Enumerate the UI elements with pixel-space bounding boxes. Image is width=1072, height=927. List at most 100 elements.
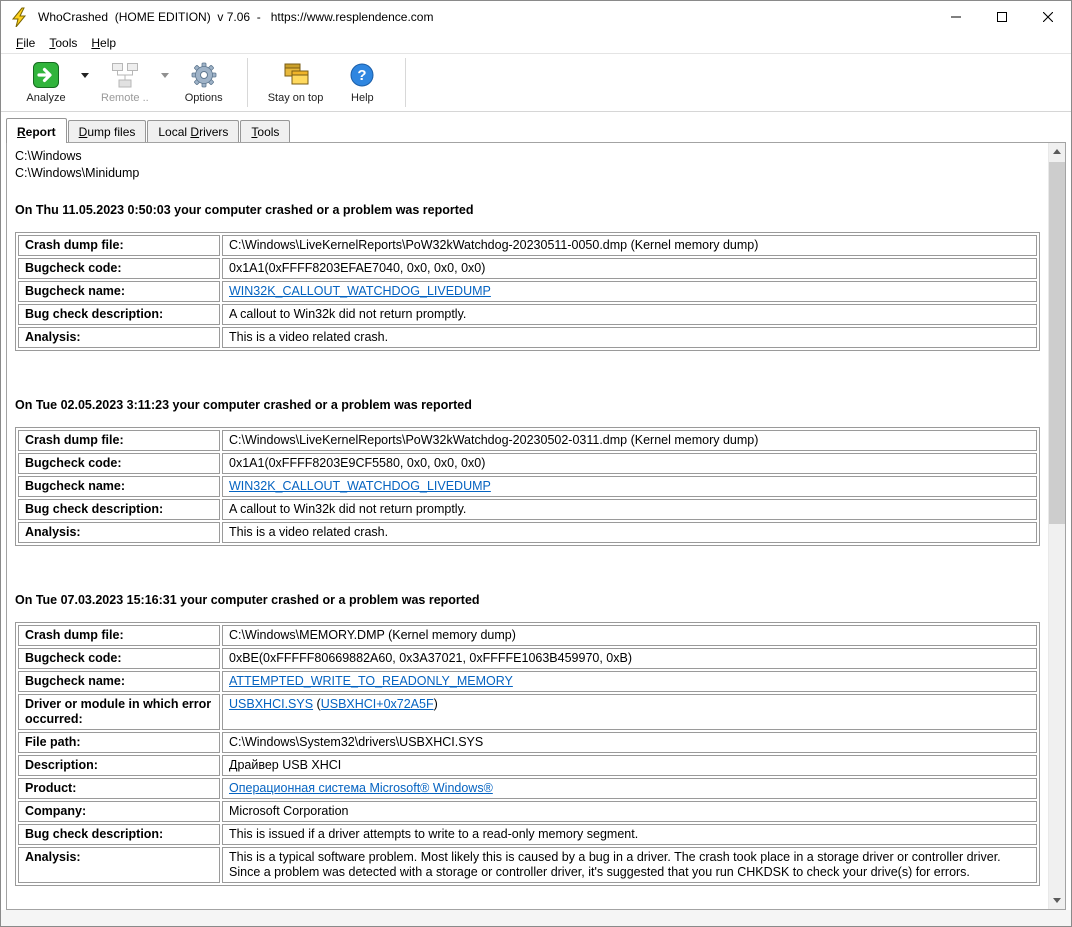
crash-sections: On Thu 11.05.2023 0:50:03 your computer … [15, 202, 1040, 886]
field-value: WIN32K_CALLOUT_WATCHDOG_LIVEDUMP [222, 281, 1037, 302]
field-label: Bug check description: [18, 824, 220, 845]
table-row: Bug check description: This is issued if … [18, 824, 1037, 845]
scrollbar-vertical[interactable] [1048, 143, 1065, 909]
report-page: C:\Windows C:\Windows\Minidump On Thu 11… [6, 142, 1066, 910]
dump-path: C:\Windows\Minidump [15, 166, 140, 180]
field-label: Analysis: [18, 847, 220, 883]
field-value: 0x1A1(0xFFFF8203E9CF5580, 0x0, 0x0, 0x0) [222, 453, 1037, 474]
app-lightning-icon [10, 7, 30, 27]
table-row: Bug check description: A callout to Win32… [18, 499, 1037, 520]
remote-label: Remote .. [101, 92, 149, 104]
table-row: Driver or module in which error occurred… [18, 694, 1037, 730]
tab-tools[interactable]: Tools [240, 120, 291, 142]
crash-heading: On Tue 02.05.2023 3:11:23 your computer … [15, 398, 472, 412]
table-row: Crash dump file: C:\Windows\LiveKernelRep… [18, 235, 1037, 256]
remote-button[interactable]: Remote .. [93, 54, 157, 111]
table-row: Bug check description: A callout to Win32… [18, 304, 1037, 325]
report-link[interactable]: ATTEMPTED_WRITE_TO_READONLY_MEMORY [229, 674, 513, 688]
stay-on-top-button[interactable]: Stay on top [260, 54, 332, 111]
field-label: Bug check description: [18, 304, 220, 325]
crash-details-table: Crash dump file: C:\Windows\LiveKernelRep… [15, 232, 1040, 351]
field-value: ATTEMPTED_WRITE_TO_READONLY_MEMORY [222, 671, 1037, 692]
toolbar-separator [405, 58, 407, 107]
field-label: Bugcheck code: [18, 648, 220, 669]
field-label: Analysis: [18, 522, 220, 543]
tab-dump-files[interactable]: Dump files [67, 120, 147, 142]
field-label: Driver or module in which error occurred… [18, 694, 220, 730]
field-label: Analysis: [18, 327, 220, 348]
field-value: This is a video related crash. [222, 327, 1037, 348]
minimize-button[interactable] [933, 1, 979, 32]
field-label: Product: [18, 778, 220, 799]
window-title: WhoCrashed (HOME EDITION) v 7.06 - https… [38, 9, 434, 24]
crash-heading: On Tue 07.03.2023 15:16:31 your computer… [15, 593, 480, 607]
table-row: Analysis: This is a video related crash. [18, 327, 1037, 348]
scrollbar-track[interactable] [1049, 160, 1065, 892]
scroll-up-button[interactable] [1049, 143, 1065, 160]
field-label: Bugcheck name: [18, 671, 220, 692]
toolbar-separator [246, 58, 248, 107]
options-button[interactable]: Options [173, 54, 235, 111]
field-value: 0xBE(0xFFFFF80669882A60, 0x3A37021, 0xFF… [222, 648, 1037, 669]
crash-report-section: On Thu 11.05.2023 0:50:03 your computer … [15, 202, 1040, 351]
remote-dropdown-arrow[interactable] [157, 54, 173, 96]
field-label: Bug check description: [18, 499, 220, 520]
crash-report-section: On Tue 07.03.2023 15:16:31 your computer… [15, 592, 1040, 886]
analyze-button[interactable]: Analyze [15, 54, 77, 111]
help-label: Help [351, 92, 374, 104]
titlebar: WhoCrashed (HOME EDITION) v 7.06 - https… [1, 1, 1071, 32]
field-label: Bugcheck code: [18, 258, 220, 279]
report-link[interactable]: WIN32K_CALLOUT_WATCHDOG_LIVEDUMP [229, 284, 491, 298]
report-link[interactable]: USBXHCI.SYS [229, 697, 313, 711]
table-row: File path: C:\Windows\System32\drivers\US… [18, 732, 1037, 753]
close-button[interactable] [1025, 1, 1071, 32]
field-value: C:\Windows\LiveKernelReports\PoW32kWatch… [222, 235, 1037, 256]
field-value: Microsoft Corporation [222, 801, 1037, 822]
field-value: A callout to Win32k did not return promp… [222, 304, 1037, 325]
windows-stack-icon [281, 60, 311, 90]
scroll-down-button[interactable] [1049, 892, 1065, 909]
field-label: Crash dump file: [18, 235, 220, 256]
tab-local-drivers[interactable]: Local Drivers [147, 120, 240, 142]
field-value: This is issued if a driver attempts to w… [222, 824, 1037, 845]
report-link[interactable]: USBXHCI+0x72A5F [321, 697, 434, 711]
crash-report-section: On Tue 02.05.2023 3:11:23 your computer … [15, 397, 1040, 546]
tab-report[interactable]: Report [6, 118, 67, 143]
menu-tools[interactable]: Tools [42, 34, 84, 52]
table-row: Bugcheck name: WIN32K_CALLOUT_WATCHDOG_LI… [18, 476, 1037, 497]
report-link[interactable]: WIN32K_CALLOUT_WATCHDOG_LIVEDUMP [229, 479, 491, 493]
gear-icon [189, 60, 219, 90]
table-row: Crash dump file: C:\Windows\MEMORY.DMP (K… [18, 625, 1037, 646]
crash-details-table: Crash dump file: C:\Windows\LiveKernelRep… [15, 427, 1040, 546]
table-row: Bugcheck code: 0x1A1(0xFFFF8203E9CF5580, … [18, 453, 1037, 474]
field-value: This is a video related crash. [222, 522, 1037, 543]
field-value: WIN32K_CALLOUT_WATCHDOG_LIVEDUMP [222, 476, 1037, 497]
table-row: Bugcheck code: 0x1A1(0xFFFF8203EFAE7040, … [18, 258, 1037, 279]
menu-file[interactable]: File [9, 34, 42, 52]
report-link[interactable]: Операционная система Microsoft® Windows® [229, 781, 493, 795]
table-row: Product: Операционная система Microsoft® … [18, 778, 1037, 799]
table-row: Company: Microsoft Corporation [18, 801, 1037, 822]
scrollbar-thumb[interactable] [1049, 162, 1065, 524]
field-value: USBXHCI.SYS (USBXHCI+0x72A5F) [222, 694, 1037, 730]
analyze-dropdown-arrow[interactable] [77, 54, 93, 96]
field-value: C:\Windows\LiveKernelReports\PoW32kWatch… [222, 430, 1037, 451]
options-label: Options [184, 92, 223, 104]
table-row: Crash dump file: C:\Windows\LiveKernelRep… [18, 430, 1037, 451]
menu-help[interactable]: Help [84, 34, 123, 52]
maximize-button[interactable] [979, 1, 1025, 32]
help-button[interactable]: ? Help [331, 54, 393, 111]
crash-details-table: Crash dump file: C:\Windows\MEMORY.DMP (K… [15, 622, 1040, 886]
field-label: Description: [18, 755, 220, 776]
field-value: 0x1A1(0xFFFF8203EFAE7040, 0x0, 0x0, 0x0) [222, 258, 1037, 279]
table-row: Bugcheck code: 0xBE(0xFFFFF80669882A60, 0… [18, 648, 1037, 669]
crash-heading: On Thu 11.05.2023 0:50:03 your computer … [15, 203, 474, 217]
field-value: Операционная система Microsoft® Windows® [222, 778, 1037, 799]
field-value: This is a typical software problem. Most… [222, 847, 1037, 883]
report-view[interactable]: C:\Windows C:\Windows\Minidump On Thu 11… [7, 143, 1048, 909]
table-row: Analysis: This is a video related crash. [18, 522, 1037, 543]
toolbar: Analyze Remote .. Options Stay on top ? … [1, 53, 1071, 112]
remote-computers-icon [110, 60, 140, 90]
table-row: Analysis: This is a typical software prob… [18, 847, 1037, 883]
field-value: Драйвер USB XHCI [222, 755, 1037, 776]
